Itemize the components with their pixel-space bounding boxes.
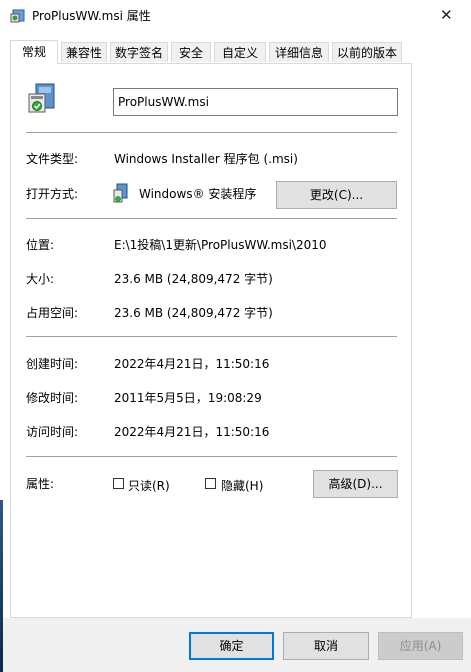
- created-label: 创建时间:: [26, 357, 79, 371]
- accessed-value: 2022年4月21日，11:50:16: [114, 425, 270, 439]
- file-type-value: Windows Installer 程序包 (.msi): [114, 152, 298, 166]
- hidden-label: 隐藏(H): [221, 479, 264, 493]
- modified-label: 修改时间:: [26, 391, 79, 405]
- tab-security[interactable]: 安全: [171, 42, 211, 62]
- title-bar: ProPlusWW.msi 属性 ✕: [0, 0, 471, 31]
- accessed-label: 访问时间:: [26, 425, 79, 439]
- readonly-checkbox[interactable]: [113, 478, 124, 489]
- separator: [26, 218, 397, 219]
- window-title: ProPlusWW.msi 属性: [32, 9, 151, 23]
- size-value: 23.6 MB (24,809,472 字节): [114, 272, 273, 286]
- hidden-checkbox[interactable]: [205, 478, 216, 489]
- msi-package-icon: [10, 9, 25, 23]
- location-label: 位置:: [26, 238, 55, 252]
- tab-previous-versions[interactable]: 以前的版本: [332, 42, 402, 62]
- separator: [26, 132, 397, 133]
- attributes-label: 属性:: [26, 477, 55, 491]
- tab-custom[interactable]: 自定义: [214, 42, 266, 62]
- readonly-label: 只读(R): [128, 479, 170, 493]
- tab-details[interactable]: 详细信息: [269, 42, 329, 62]
- file-name-field[interactable]: ProPlusWW.msi: [113, 88, 398, 116]
- ok-button[interactable]: 确定: [189, 632, 274, 660]
- close-button[interactable]: ✕: [440, 6, 453, 24]
- file-type-label: 文件类型:: [26, 152, 79, 166]
- tab-digital-signatures[interactable]: 数字签名: [110, 42, 168, 62]
- size-label: 大小:: [26, 272, 55, 286]
- apply-button[interactable]: 应用(A): [378, 632, 463, 660]
- modified-value: 2011年5月5日，19:08:29: [114, 391, 262, 405]
- desktop-edge: [0, 500, 3, 672]
- cancel-button[interactable]: 取消: [283, 632, 369, 660]
- separator: [26, 336, 397, 337]
- windows-installer-icon: [113, 183, 128, 203]
- created-value: 2022年4月21日，11:50:16: [114, 357, 270, 371]
- open-with-value: Windows® 安装程序: [139, 187, 257, 201]
- location-value: E:\1投稿\1更新\ProPlusWW.msi\2010: [114, 238, 327, 252]
- size-on-disk-label: 占用空间:: [26, 306, 79, 320]
- change-button[interactable]: 更改(C)...: [276, 181, 397, 209]
- general-panel: [10, 63, 412, 618]
- separator: [26, 456, 397, 457]
- tab-general[interactable]: 常规: [10, 40, 58, 64]
- msi-package-icon: [28, 83, 55, 113]
- advanced-button[interactable]: 高级(D)...: [313, 470, 398, 498]
- size-on-disk-value: 23.6 MB (24,809,472 字节): [114, 306, 273, 320]
- tab-compatibility[interactable]: 兼容性: [61, 42, 107, 62]
- open-with-label: 打开方式:: [26, 187, 79, 201]
